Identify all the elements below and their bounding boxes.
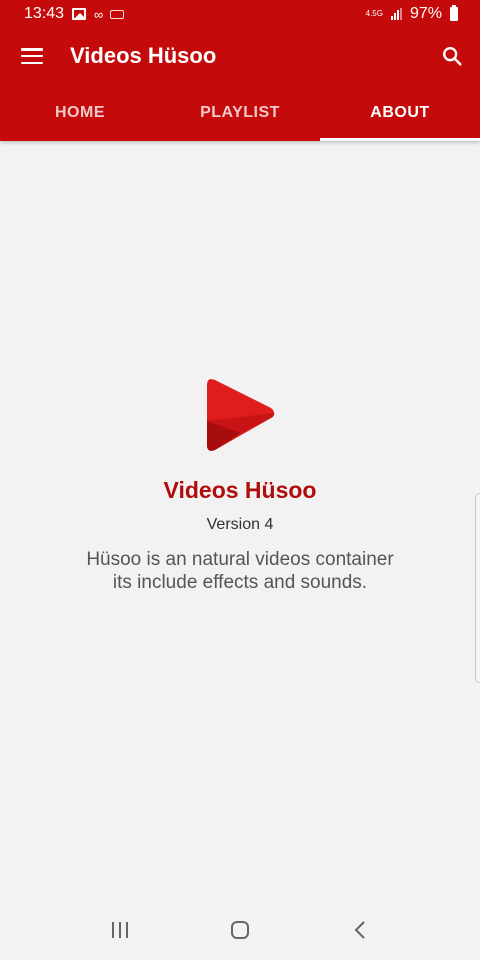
- signal-icon: [390, 8, 402, 20]
- status-left: 13:43 ∞: [24, 5, 125, 23]
- nfc-icon: [110, 9, 125, 19]
- status-bar: 13:43 ∞ 4.5G 97%: [0, 0, 480, 28]
- status-right: 4.5G 97%: [366, 5, 458, 23]
- gallery-notification-icon: [72, 8, 87, 20]
- tab-home[interactable]: HOME: [0, 84, 160, 141]
- about-content: Videos Hüsoo Version 4 Hüsoo is an natur…: [0, 141, 480, 900]
- tab-bar: HOME PLAYLIST ABOUT: [0, 84, 480, 141]
- battery-percent: 97%: [409, 5, 442, 22]
- tab-about[interactable]: ABOUT: [320, 84, 480, 141]
- home-icon: [231, 921, 249, 939]
- search-icon: [443, 47, 462, 66]
- about-version: Version 4: [206, 516, 274, 533]
- home-button[interactable]: [210, 906, 270, 954]
- about-app-name: Videos Hüsoo: [163, 477, 317, 503]
- app-title: Videos Hüsoo: [70, 43, 217, 68]
- status-time: 13:43: [24, 5, 65, 22]
- edge-panel-handle[interactable]: [475, 493, 480, 683]
- screen: 13:43 ∞ 4.5G 97% Videos Hüsoo HOME PLAYL…: [0, 0, 480, 960]
- recents-button[interactable]: [90, 906, 150, 954]
- battery-icon: [450, 5, 458, 21]
- play-logo-icon: [207, 379, 275, 451]
- back-icon: [354, 921, 365, 939]
- app-bar: Videos Hüsoo: [0, 28, 480, 84]
- menu-button[interactable]: [0, 28, 64, 84]
- system-nav-bar: [0, 900, 480, 960]
- network-type-icon: 4.5G: [365, 9, 383, 18]
- hamburger-menu-icon: [21, 48, 43, 64]
- recents-icon: [112, 922, 128, 938]
- link-notification-icon: ∞: [94, 6, 103, 22]
- search-button[interactable]: [424, 28, 480, 84]
- about-description: Hüsoo is an natural videos container its…: [86, 549, 394, 593]
- back-button[interactable]: [330, 906, 390, 954]
- tab-playlist[interactable]: PLAYLIST: [160, 84, 320, 141]
